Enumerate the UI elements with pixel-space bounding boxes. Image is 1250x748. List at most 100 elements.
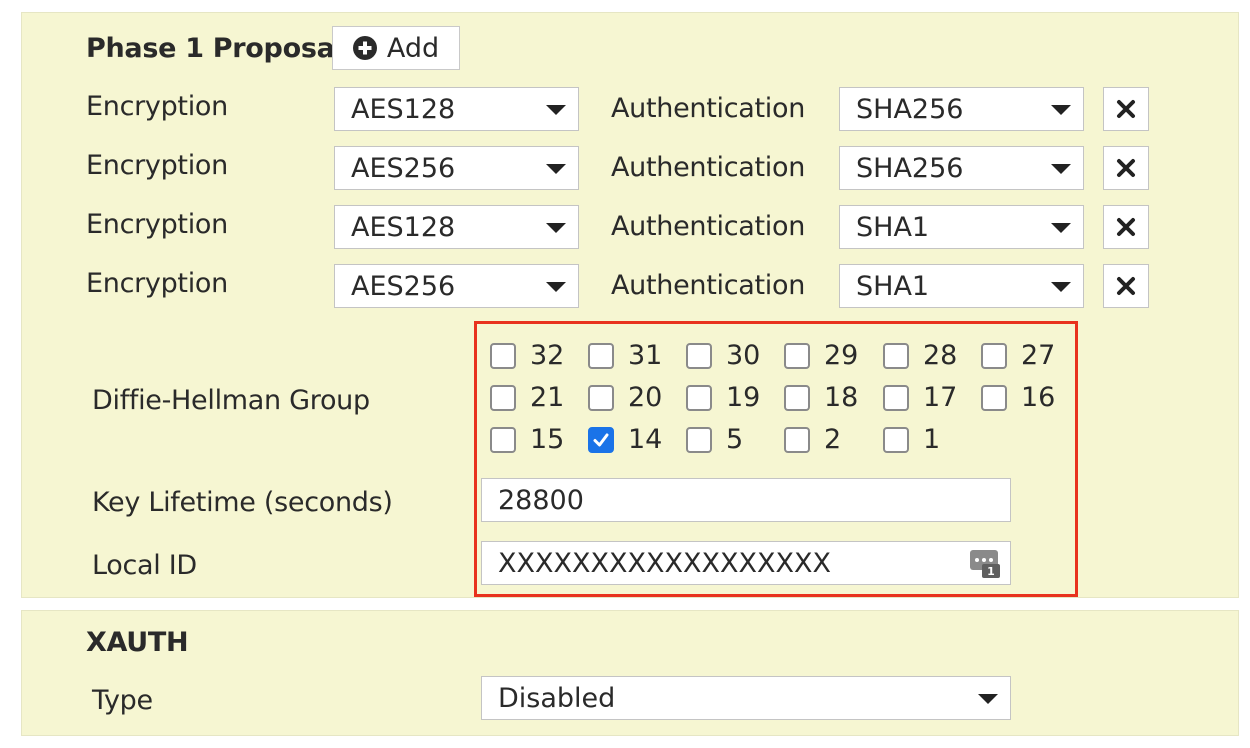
dh-group-value: 32 bbox=[530, 340, 565, 371]
close-icon bbox=[1117, 100, 1135, 118]
authentication-select[interactable]: SHA256 bbox=[839, 87, 1084, 131]
dh-group-checkbox[interactable] bbox=[784, 384, 810, 411]
dh-group-value: 20 bbox=[628, 382, 663, 413]
dh-group-checkbox[interactable] bbox=[883, 426, 909, 453]
encryption-select[interactable]: AES128 bbox=[334, 87, 579, 131]
dh-group-checkbox[interactable] bbox=[588, 384, 614, 411]
dh-group-option[interactable]: 19 bbox=[686, 382, 760, 413]
dh-group-option[interactable]: 32 bbox=[490, 340, 564, 371]
dh-group-checkbox[interactable] bbox=[981, 384, 1007, 411]
dh-group-option[interactable]: 27 bbox=[981, 340, 1055, 371]
dh-group-option[interactable]: 15 bbox=[490, 424, 564, 455]
dh-group-checkbox[interactable] bbox=[686, 426, 712, 453]
dh-group-option[interactable]: 21 bbox=[490, 382, 564, 413]
dh-group-checkbox[interactable] bbox=[490, 384, 516, 411]
chevron-down-icon bbox=[1051, 282, 1071, 292]
dh-group-option[interactable]: 18 bbox=[784, 382, 858, 413]
add-proposal-button[interactable]: Add bbox=[332, 26, 460, 70]
dh-group-option[interactable]: 16 bbox=[981, 382, 1055, 413]
authentication-select[interactable]: SHA1 bbox=[839, 205, 1084, 249]
dh-group-value: 31 bbox=[628, 340, 663, 371]
dh-group-checkbox[interactable] bbox=[883, 342, 909, 369]
xauth-type-select[interactable]: Disabled bbox=[481, 676, 1011, 720]
encryption-label: Encryption bbox=[86, 150, 228, 181]
chevron-down-icon bbox=[546, 164, 566, 174]
encryption-select[interactable]: AES256 bbox=[334, 146, 579, 190]
authentication-label: Authentication bbox=[611, 270, 806, 301]
dh-group-option[interactable]: 31 bbox=[588, 340, 662, 371]
encryption-label: Encryption bbox=[86, 268, 228, 299]
variable-list-icon[interactable]: 1 bbox=[968, 548, 1002, 587]
local-id-input[interactable]: XXXXXXXXXXXXXXXXXX 1 bbox=[481, 541, 1011, 585]
dh-group-value: 30 bbox=[726, 340, 761, 371]
remove-proposal-button[interactable] bbox=[1103, 146, 1149, 190]
xauth-type-value: Disabled bbox=[498, 682, 616, 714]
dh-group-option[interactable]: 28 bbox=[883, 340, 957, 371]
local-id-value: XXXXXXXXXXXXXXXXXX bbox=[498, 547, 831, 579]
dh-group-value: 17 bbox=[923, 382, 958, 413]
key-lifetime-input[interactable]: 28800 bbox=[481, 478, 1011, 522]
chevron-down-icon bbox=[1051, 223, 1071, 233]
dh-group-value: 27 bbox=[1021, 340, 1056, 371]
encryption-value: AES128 bbox=[351, 93, 456, 125]
phase1-title: Phase 1 Proposal bbox=[86, 33, 344, 64]
chevron-down-icon bbox=[978, 694, 998, 704]
authentication-select[interactable]: SHA256 bbox=[839, 146, 1084, 190]
dh-group-checkbox[interactable] bbox=[490, 426, 516, 453]
authentication-select[interactable]: SHA1 bbox=[839, 264, 1084, 308]
dh-group-option[interactable]: 20 bbox=[588, 382, 662, 413]
dh-group-option[interactable]: 29 bbox=[784, 340, 858, 371]
add-label: Add bbox=[386, 32, 440, 64]
authentication-label: Authentication bbox=[611, 211, 806, 242]
dh-group-option[interactable]: 2 bbox=[784, 424, 841, 455]
dh-group-option[interactable]: 1 bbox=[883, 424, 940, 455]
dh-group-value: 19 bbox=[726, 382, 761, 413]
dh-group-value: 5 bbox=[726, 424, 744, 455]
dh-group-option[interactable]: 5 bbox=[686, 424, 743, 455]
encryption-value: AES128 bbox=[351, 211, 456, 243]
dh-group-value: 15 bbox=[530, 424, 565, 455]
dh-group-value: 29 bbox=[824, 340, 859, 371]
authentication-value: SHA1 bbox=[856, 211, 930, 243]
dh-group-checkbox[interactable] bbox=[784, 342, 810, 369]
dh-group-checkbox[interactable] bbox=[686, 342, 712, 369]
remove-proposal-button[interactable] bbox=[1103, 264, 1149, 308]
remove-proposal-button[interactable] bbox=[1103, 205, 1149, 249]
close-icon bbox=[1117, 159, 1135, 177]
plus-circle-icon bbox=[352, 36, 377, 60]
dh-group-value: 16 bbox=[1021, 382, 1056, 413]
encryption-label: Encryption bbox=[86, 91, 228, 122]
phase1-panel: Phase 1 Proposal Add Encryption AES128 Aut… bbox=[21, 12, 1239, 598]
dh-group-checkbox[interactable] bbox=[784, 426, 810, 453]
key-lifetime-label: Key Lifetime (seconds) bbox=[92, 487, 393, 518]
dh-group-value: 21 bbox=[530, 382, 565, 413]
authentication-value: SHA256 bbox=[856, 152, 964, 184]
dh-group-option[interactable]: 14 bbox=[588, 424, 662, 455]
chevron-down-icon bbox=[546, 282, 566, 292]
encryption-select[interactable]: AES128 bbox=[334, 205, 579, 249]
dh-group-checkbox[interactable] bbox=[588, 426, 614, 453]
encryption-value: AES256 bbox=[351, 152, 456, 184]
remove-proposal-button[interactable] bbox=[1103, 87, 1149, 131]
chevron-down-icon bbox=[1051, 105, 1071, 115]
encryption-select[interactable]: AES256 bbox=[334, 264, 579, 308]
dh-group-value: 2 bbox=[824, 424, 842, 455]
dh-group-checkbox[interactable] bbox=[490, 342, 516, 369]
xauth-title: XAUTH bbox=[86, 627, 189, 658]
dh-group-checkbox[interactable] bbox=[981, 342, 1007, 369]
chevron-down-icon bbox=[546, 105, 566, 115]
local-id-label: Local ID bbox=[92, 550, 197, 581]
encryption-value: AES256 bbox=[351, 270, 456, 302]
dh-group-checkbox[interactable] bbox=[883, 384, 909, 411]
dh-group-option[interactable]: 17 bbox=[883, 382, 957, 413]
dh-group-value: 28 bbox=[923, 340, 958, 371]
dh-group-value: 14 bbox=[628, 424, 663, 455]
dh-group-checkbox[interactable] bbox=[686, 384, 712, 411]
xauth-panel: XAUTH Type Disabled bbox=[21, 610, 1239, 736]
dh-group-option[interactable]: 30 bbox=[686, 340, 760, 371]
checkmark-icon bbox=[593, 433, 609, 446]
dh-group-checkbox[interactable] bbox=[588, 342, 614, 369]
close-icon bbox=[1117, 218, 1135, 236]
encryption-label: Encryption bbox=[86, 209, 228, 240]
authentication-value: SHA1 bbox=[856, 270, 930, 302]
